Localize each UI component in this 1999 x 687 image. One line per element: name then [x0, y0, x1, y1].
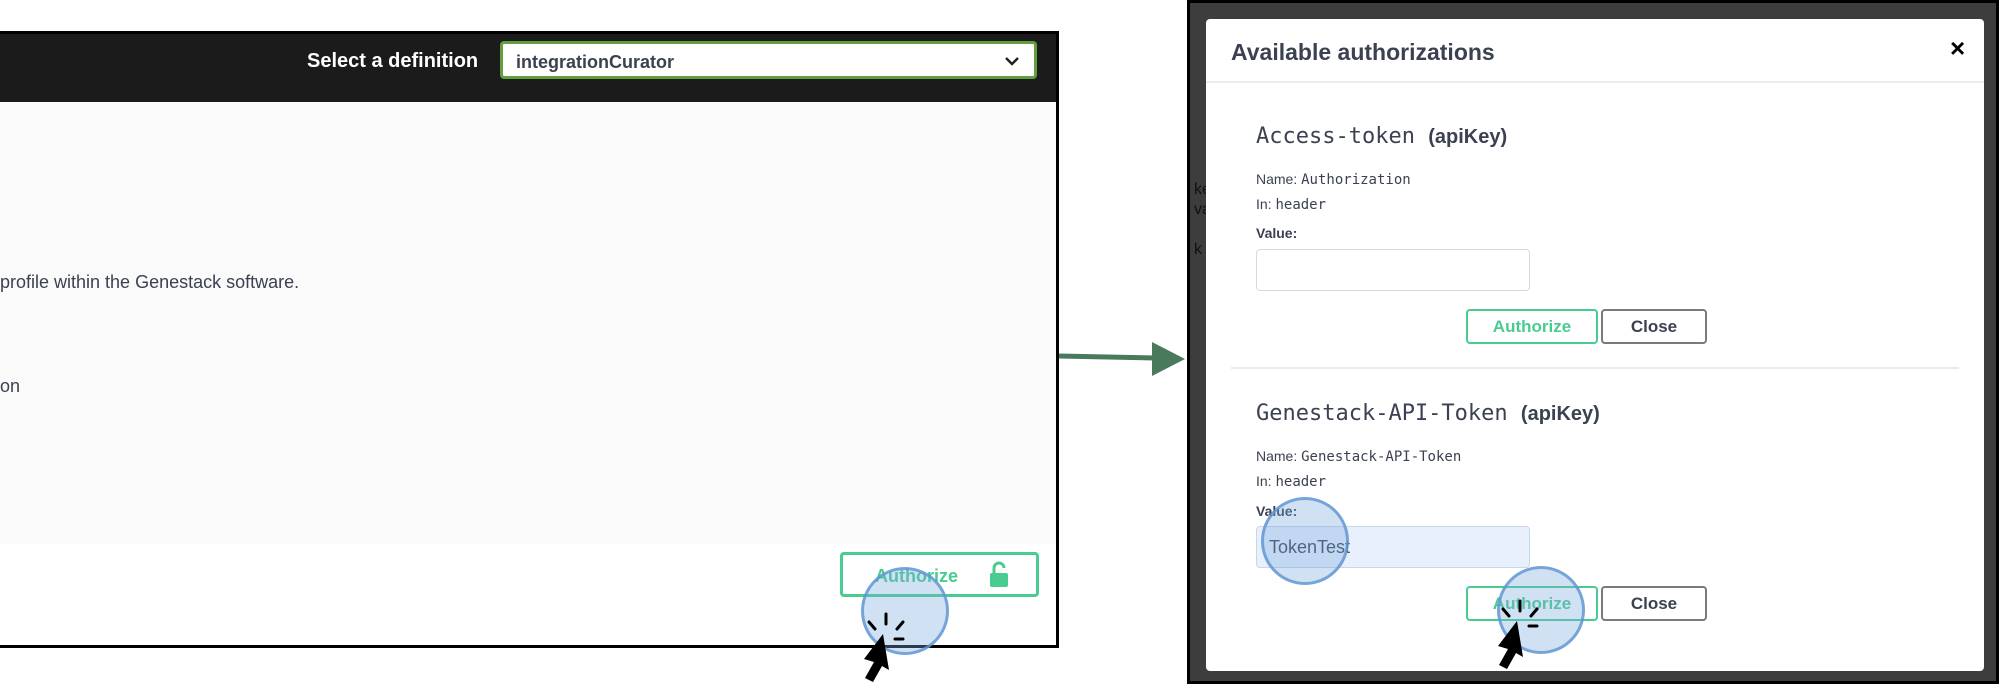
definition-select-value: integrationCurator — [516, 52, 675, 72]
auth-name: Access-token — [1256, 124, 1415, 149]
in-value: header — [1275, 474, 1327, 490]
section-divider — [1231, 367, 1959, 369]
select-definition-label: Select a definition — [307, 50, 479, 72]
name-value: Authorization — [1301, 172, 1411, 188]
click-indicator — [1261, 497, 1349, 585]
name-label: Name: — [1256, 171, 1298, 187]
modal-title: Available authorizations — [1231, 39, 1495, 65]
in-value: header — [1275, 197, 1327, 213]
unlock-icon — [990, 561, 1008, 587]
description-text-fragment: on — [0, 376, 21, 396]
authorization-dialog-screen: ke va k Available authorizations × Acces… — [1187, 0, 1999, 684]
topbar: Select a definition integrationCurator — [0, 34, 1056, 102]
close-access-token-button[interactable]: Close — [1601, 309, 1707, 344]
cursor-click-icon — [1498, 599, 1539, 669]
close-icon[interactable]: × — [1950, 33, 1965, 64]
definition-select[interactable]: integrationCurator — [500, 41, 1037, 79]
in-label: In: — [1256, 196, 1272, 212]
auth-name-line: Name: Authorization — [1256, 171, 1411, 188]
auth-name-line: Name: Genestack-API-Token — [1256, 448, 1461, 465]
cursor-click-icon — [864, 612, 905, 682]
close-genestack-token-button[interactable]: Close — [1601, 586, 1707, 621]
in-label: In: — [1256, 473, 1272, 489]
auth-in-line: In: header — [1256, 473, 1326, 490]
access-token-value-input[interactable] — [1256, 249, 1530, 291]
background-fragment: k — [1194, 241, 1202, 258]
auth-type: (apiKey) — [1520, 403, 1600, 425]
value-label: Value: — [1256, 225, 1298, 241]
modal-divider — [1206, 81, 1984, 83]
auth-name: Genestack-API-Token — [1256, 401, 1508, 426]
auth-title-access-token: Access-token (apiKey) — [1256, 124, 1507, 149]
name-value: Genestack-API-Token — [1301, 449, 1462, 465]
auth-in-line: In: header — [1256, 196, 1326, 213]
chevron-down-icon — [1005, 57, 1019, 66]
authorize-access-token-button[interactable]: Authorize — [1466, 309, 1598, 344]
description-text: profile within the Genestack software. — [0, 272, 300, 292]
arrow-right-icon — [1059, 342, 1185, 376]
name-label: Name: — [1256, 448, 1298, 464]
auth-type: (apiKey) — [1428, 126, 1508, 148]
auth-title-genestack-api-token: Genestack-API-Token (apiKey) — [1256, 401, 1600, 426]
